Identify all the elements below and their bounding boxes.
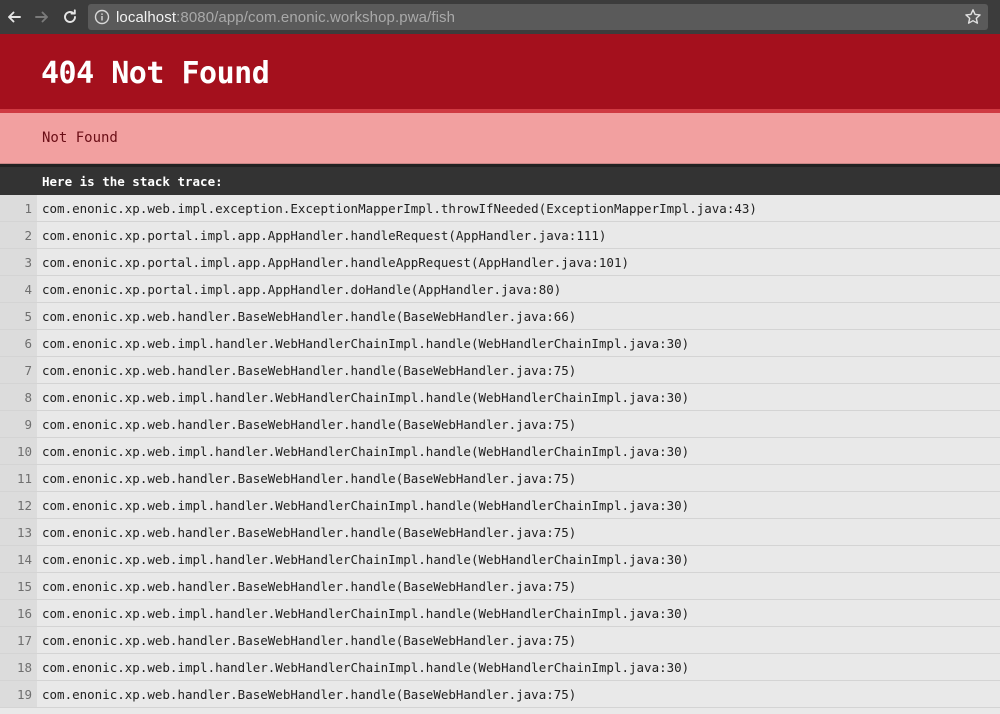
stack-frame: com.enonic.xp.web.impl.exception.Excepti… [42, 200, 757, 216]
line-number: 15 [0, 573, 37, 599]
stack-trace-row: 18 com.enonic.xp.web.impl.handler.WebHand… [0, 654, 1000, 681]
stack-frame: com.enonic.xp.web.handler.BaseWebHandler… [42, 416, 577, 432]
stack-trace-row: 5 com.enonic.xp.web.handler.BaseWebHandle… [0, 303, 1000, 330]
line-number: 4 [0, 276, 37, 302]
star-icon[interactable] [964, 8, 982, 26]
stack-trace-row: 4 com.enonic.xp.portal.impl.app.AppHandle… [0, 276, 1000, 303]
stack-trace-row: 6 com.enonic.xp.web.impl.handler.WebHandl… [0, 330, 1000, 357]
line-number: 6 [0, 330, 37, 356]
info-icon[interactable] [94, 9, 110, 25]
error-header: 404 Not Found [0, 34, 1000, 113]
stack-trace-row: 1 com.enonic.xp.web.impl.exception.Except… [0, 195, 1000, 222]
stack-trace-row: 10 com.enonic.xp.web.impl.handler.WebHand… [0, 438, 1000, 465]
line-number: 18 [0, 654, 37, 680]
stack-frame: com.enonic.xp.web.impl.handler.WebHandle… [42, 659, 690, 675]
stack-frame: com.enonic.xp.web.handler.BaseWebHandler… [42, 362, 577, 378]
stack-trace-row: 9 com.enonic.xp.web.handler.BaseWebHandle… [0, 411, 1000, 438]
stack-trace-row: 13 com.enonic.xp.web.handler.BaseWebHandl… [0, 519, 1000, 546]
line-number: 2 [0, 222, 37, 248]
stack-trace-row: 12 com.enonic.xp.web.impl.handler.WebHand… [0, 492, 1000, 519]
forward-arrow-icon [35, 11, 48, 23]
back-button[interactable] [0, 0, 28, 34]
stack-frame: com.enonic.xp.web.impl.handler.WebHandle… [42, 551, 690, 567]
forward-button[interactable] [28, 0, 56, 34]
stack-trace-row: 15 com.enonic.xp.web.handler.BaseWebHandl… [0, 573, 1000, 600]
stack-frame: com.enonic.xp.web.handler.BaseWebHandler… [42, 578, 577, 594]
stack-frame: com.enonic.xp.web.handler.BaseWebHandler… [42, 308, 577, 324]
stack-trace-row: 14 com.enonic.xp.web.impl.handler.WebHand… [0, 546, 1000, 573]
stack-trace-heading: Here is the stack trace: [42, 173, 223, 189]
stack-trace-header: Here is the stack trace: [0, 164, 1000, 195]
line-number: 13 [0, 519, 37, 545]
stack-trace-row: 17 com.enonic.xp.web.handler.BaseWebHandl… [0, 627, 1000, 654]
stack-trace-row: 19 com.enonic.xp.web.handler.BaseWebHandl… [0, 681, 1000, 708]
url-path: :8080/app/com.enonic.workshop.pwa/fish [176, 8, 456, 26]
browser-toolbar: localhost:8080/app/com.enonic.workshop.p… [0, 0, 1000, 34]
stack-frame: com.enonic.xp.web.impl.handler.WebHandle… [42, 389, 690, 405]
line-number: 10 [0, 438, 37, 464]
line-number: 8 [0, 384, 37, 410]
stack-trace-row: 16 com.enonic.xp.web.impl.handler.WebHand… [0, 600, 1000, 627]
stack-trace-row: 2 com.enonic.xp.portal.impl.app.AppHandle… [0, 222, 1000, 249]
error-message: Not Found [42, 130, 118, 146]
line-number: 17 [0, 627, 37, 653]
error-message-bar: Not Found [0, 113, 1000, 164]
reload-icon [64, 9, 76, 23]
stack-frame: com.enonic.xp.web.impl.handler.WebHandle… [42, 443, 690, 459]
url-host: localhost [116, 8, 177, 26]
stack-frame: com.enonic.xp.portal.impl.app.AppHandler… [42, 227, 607, 243]
url-text: localhost:8080/app/com.enonic.workshop.p… [116, 9, 455, 26]
stack-frame: com.enonic.xp.web.handler.BaseWebHandler… [42, 524, 577, 540]
line-number: 5 [0, 303, 37, 329]
stack-frame: com.enonic.xp.portal.impl.app.AppHandler… [42, 281, 562, 297]
error-page: 404 Not Found Not Found Here is the stac… [0, 34, 1000, 714]
stack-trace-row: 8 com.enonic.xp.web.impl.handler.WebHandl… [0, 384, 1000, 411]
stack-frame: com.enonic.xp.web.impl.handler.WebHandle… [42, 605, 690, 621]
stack-trace-row: 7 com.enonic.xp.web.handler.BaseWebHandle… [0, 357, 1000, 384]
stack-frame: com.enonic.xp.web.handler.BaseWebHandler… [42, 686, 577, 702]
line-number: 11 [0, 465, 37, 491]
line-number: 12 [0, 492, 37, 518]
stack-frame: com.enonic.xp.web.handler.BaseWebHandler… [42, 470, 577, 486]
line-number: 7 [0, 357, 37, 383]
line-number: 14 [0, 546, 37, 572]
address-bar[interactable]: localhost:8080/app/com.enonic.workshop.p… [88, 4, 988, 30]
stack-trace-list: 1 com.enonic.xp.web.impl.exception.Except… [0, 195, 1000, 708]
stack-frame: com.enonic.xp.portal.impl.app.AppHandler… [42, 254, 629, 270]
line-number: 19 [0, 681, 37, 707]
line-number: 9 [0, 411, 37, 437]
page-title: 404 Not Found [41, 55, 270, 91]
stack-trace-row: 3 com.enonic.xp.portal.impl.app.AppHandle… [0, 249, 1000, 276]
back-arrow-icon [8, 11, 21, 23]
line-number: 1 [0, 195, 37, 221]
line-number: 3 [0, 249, 37, 275]
stack-frame: com.enonic.xp.web.handler.BaseWebHandler… [42, 632, 577, 648]
line-number: 16 [0, 600, 37, 626]
stack-frame: com.enonic.xp.web.impl.handler.WebHandle… [42, 335, 690, 351]
reload-button[interactable] [56, 0, 84, 34]
stack-trace-row: 11 com.enonic.xp.web.handler.BaseWebHandl… [0, 465, 1000, 492]
stack-frame: com.enonic.xp.web.impl.handler.WebHandle… [42, 497, 690, 513]
